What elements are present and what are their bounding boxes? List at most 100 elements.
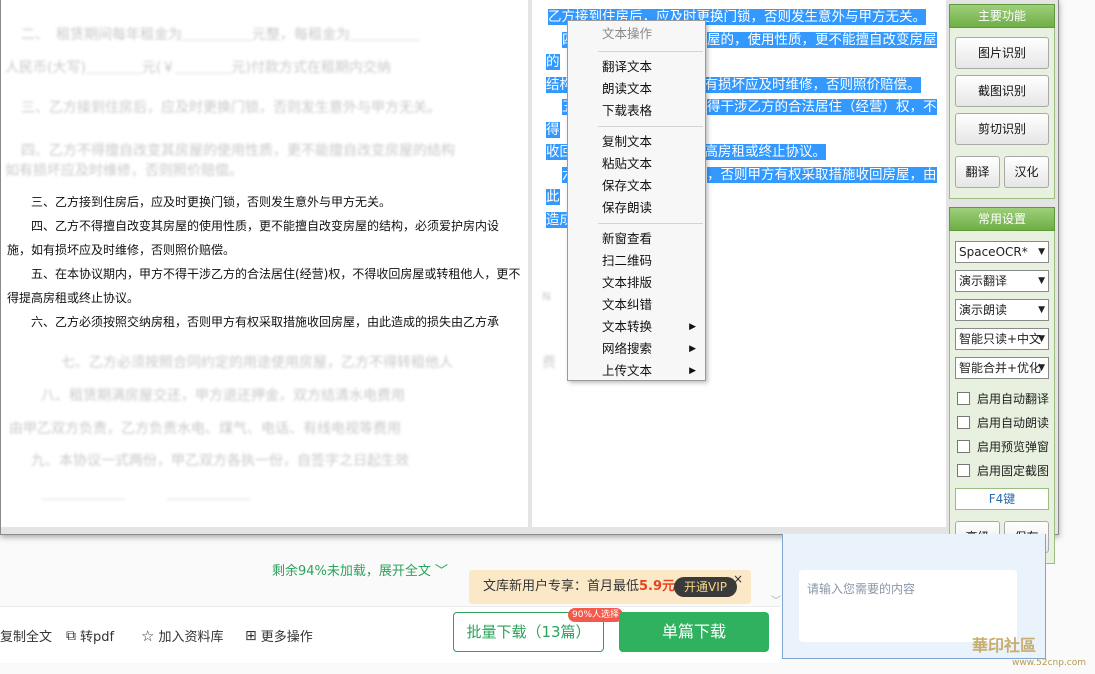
blurred-text-line: 七、乙方必须按照合同约定的用途使用房屋，乙方不得转租他人 [61,355,453,371]
main-functions-header: 主要功能 [949,4,1055,28]
blurred-text-line: 人民币(大写)＿＿＿＿元(￥＿＿＿＿元)付款方式在租期内交纳 [5,60,391,76]
vip-promo-banner[interactable]: 文库新用户专享：首月最低5.9元 开通VIP × [469,570,751,604]
blurred-text-line: 九、本协议一式两份，甲乙双方各执一份，自签字之日起生效 [31,453,409,469]
blurred-text-line: 由甲乙双方负责，乙方负责水电、煤气、电话、有线电视等费用 [9,421,401,437]
blurred-text-line: 三、乙方接到住房后，应及时更换门锁，否则发生意外与甲方无关。 [21,100,441,116]
close-icon[interactable]: × [733,562,743,596]
single-download-button[interactable]: 单篇下载 [619,612,769,652]
select-value: SpaceOCR* [959,245,1028,259]
convert-pdf-button[interactable]: ⧉ 转pdf [66,626,115,646]
menu-new-window[interactable]: 新窗查看 [568,228,705,250]
screenshot-ocr-button[interactable]: 截图识别 [955,75,1049,107]
menu-translate-text[interactable]: 翻译文本 [568,56,705,78]
chevron-down-icon: ﹀ [435,564,449,579]
dropdown-arrow-icon: ▼ [1038,276,1045,286]
copy-full-text-button[interactable]: 复制全文 [0,626,52,645]
source-paragraph: 六、乙方必须按照交纳房租，否则甲方有权采取措施收回房屋，由此造成的损失由乙方承 [31,315,500,329]
selected-text: 有损坏应及时维修，否则照价赔偿。 [704,76,921,93]
translate-engine-select[interactable]: 演示翻译 ▼ [955,270,1049,292]
more-actions-button[interactable]: ⊞ 更多操作 [245,626,313,646]
tool-label: 转pdf [80,630,115,645]
menu-item-label: 网络搜索 [602,341,653,356]
menu-text-correction[interactable]: 文本纠错 [568,294,705,316]
read-engine-select[interactable]: 演示朗读 ▼ [955,299,1049,321]
preview-popup-checkbox[interactable]: 启用预览弹窗 [955,434,1049,458]
auto-translate-checkbox[interactable]: 启用自动翻译 [955,386,1049,410]
menu-paste-text[interactable]: 粘贴文本 [568,153,705,175]
menu-separator [598,51,703,52]
menu-text-convert[interactable]: 文本转换 ▶ [568,316,705,338]
image-ocr-button[interactable]: 图片识别 [955,37,1049,69]
clipboard-ocr-button[interactable]: 剪切识别 [955,113,1049,145]
read-mode-select[interactable]: 智能只读+中文 ▼ [955,328,1049,350]
blurred-text-line: 如有损坏应及时维修，否则照价赔偿。 [5,163,243,179]
ocr-tool-window: 二、 租赁期间每年租金为＿＿＿＿＿元整，每租金为＿＿＿＿＿ 人民币(大写)＿＿＿… [0,0,1059,564]
menu-scan-qrcode[interactable]: 扫二维码 [568,250,705,272]
checkbox-box[interactable] [957,439,970,453]
ocr-engine-select[interactable]: SpaceOCR* ▼ [955,241,1049,263]
menu-upload-text[interactable]: 上传文本 ▶ [568,360,705,382]
localize-button[interactable]: 汉化 [1004,156,1049,188]
fixed-screenshot-checkbox[interactable]: 启用固定截图 [955,458,1049,482]
menu-web-search[interactable]: 网络搜索 ▶ [568,338,705,360]
common-settings-group: SpaceOCR* ▼ 演示翻译 ▼ 演示朗读 ▼ 智能只读+中文 ▼ 智能合并+优化 ▼… [949,231,1055,564]
blurred-text-line: 八、租赁期满房屋交还，甲方退还押金，双方结清水电费用 [41,388,405,404]
main-functions-group: 图片识别 截图识别 剪切识别 翻译 汉化 [949,28,1055,199]
select-value: 智能合并+优化 [959,361,1042,375]
dropdown-arrow-icon: ▼ [1038,247,1045,257]
hotkey-field[interactable]: F4键 [955,488,1049,510]
checkbox-box[interactable] [957,415,970,429]
context-menu-title: 文本操作 [602,26,653,41]
tool-label: 复制全文 [0,630,53,645]
checkbox-label: 启用预览弹窗 [977,439,1050,454]
menu-text-layout[interactable]: 文本排版 [568,272,705,294]
tool-label: 加入资料库 [158,630,224,645]
expand-full-text-link[interactable]: 剩余94%未加载，展开全文 ﹀ [272,560,448,579]
source-image-panel[interactable]: 二、 租赁期间每年租金为＿＿＿＿＿元整，每租金为＿＿＿＿＿ 人民币(大写)＿＿＿… [1,0,528,527]
text-context-menu: 文本操作 翻译文本 朗读文本 下载表格 复制文本 粘贴文本 保存文本 保存朗读 … [567,20,706,381]
checkbox-label: 启用自动朗读 [977,415,1050,430]
merge-mode-select[interactable]: 智能合并+优化 ▼ [955,357,1049,379]
star-icon: ☆ [141,626,155,645]
auto-read-checkbox[interactable]: 启用自动朗读 [955,410,1049,434]
checkbox-box[interactable] [957,463,970,477]
menu-save-text[interactable]: 保存文本 [568,175,705,197]
source-text-block: 三、乙方接到住房后，应及时更换门锁，否则发生意外与甲方无关。 四、乙方不得擅自改… [7,190,522,334]
control-sidebar: 主要功能 图片识别 截图识别 剪切识别 翻译 汉化 常用设置 SpaceOCR*… [949,4,1055,564]
source-paragraph: 四、乙方不得擅自改变其房屋的使用性质，更不能擅自改变房屋的结构，必须爱护房内设施… [7,219,500,257]
site-watermark: 華印社區 [972,636,1037,655]
select-value: 演示朗读 [959,303,1008,317]
checkbox-label: 启用固定截图 [977,463,1050,478]
menu-item-label: 上传文本 [602,363,653,378]
blurred-text-line: ＿＿＿＿＿＿ ＿＿＿＿＿＿ [41,486,251,502]
scroll-down-icon[interactable]: ﹀ [771,592,781,607]
source-paragraph: 三、乙方接到住房后，应及时更换门锁，否则发生意外与甲方无关。 [31,195,392,209]
select-value: 智能只读+中文 [959,332,1042,346]
popular-badge: 90%人选择 [568,608,624,622]
dropdown-arrow-icon: ▼ [1038,363,1045,373]
dropdown-arrow-icon: ▼ [1038,334,1045,344]
menu-separator [598,223,703,224]
promo-text: 文库新用户专享：首月最低 [483,579,640,594]
open-vip-button[interactable]: 开通VIP [674,577,737,597]
blurred-text-line: 四、乙方不得擅自改变其房屋的使用性质，更不能擅自改变房屋的结构 [21,143,455,159]
promo-price: 5.9元 [639,579,676,594]
translate-button[interactable]: 翻译 [955,156,1000,188]
checkbox-box[interactable] [957,391,970,405]
dropdown-arrow-icon: ▼ [1038,305,1045,315]
select-value: 演示翻译 [959,274,1008,288]
menu-read-text[interactable]: 朗读文本 [568,78,705,100]
add-to-library-button[interactable]: ☆ 加入资料库 [141,626,224,646]
submenu-arrow-icon: ▶ [689,322,696,332]
common-settings-header: 常用设置 [949,207,1055,231]
menu-item-label: 文本转换 [602,319,653,334]
menu-separator [598,126,703,127]
tool-label: 更多操作 [260,630,313,645]
source-paragraph: 五、在本协议期内，甲方不得干涉乙方的合法居住(经营)权，不得收回房屋或转租他人，… [7,267,521,305]
menu-save-reading[interactable]: 保存朗读 [568,197,705,219]
submenu-arrow-icon: ▶ [689,366,696,376]
menu-copy-text[interactable]: 复制文本 [568,131,705,153]
selected-text: 提高房租或终止协议。 [691,144,826,160]
expand-label: 剩余94%未加载，展开全文 [272,564,431,579]
menu-download-table[interactable]: 下载表格 [568,100,705,122]
